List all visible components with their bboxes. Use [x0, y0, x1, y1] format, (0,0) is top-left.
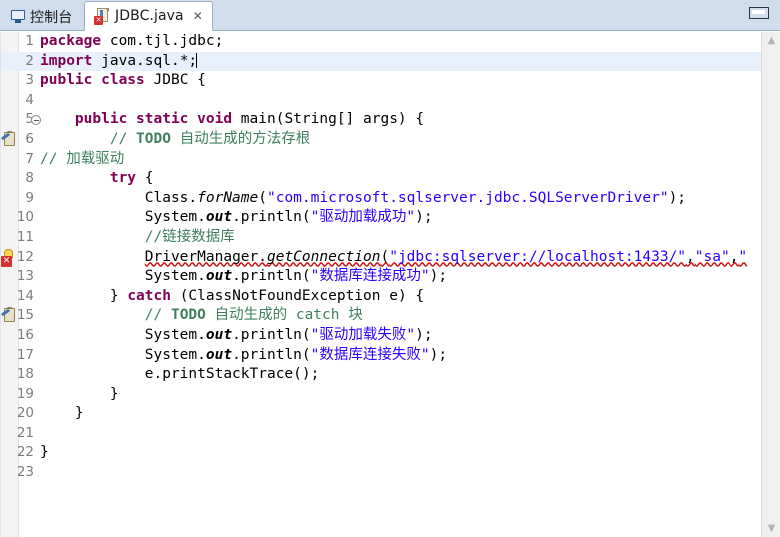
line-text[interactable]: try {	[40, 169, 761, 189]
tab-jdbc-java[interactable]: ✕ JDBC.java ✕	[84, 1, 213, 31]
code-line[interactable]: 22}	[0, 443, 761, 463]
line-number: 22	[16, 444, 34, 461]
line-text[interactable]: } catch (ClassNotFoundException e) {	[40, 287, 761, 307]
line-text[interactable]: public static void main(String[] args) {	[40, 110, 761, 130]
code-line[interactable]: 20 }	[0, 404, 761, 424]
line-number: 2	[25, 52, 34, 69]
line-text[interactable]: public class JDBC {	[40, 71, 761, 91]
tab-console-label: 控制台	[30, 9, 73, 26]
line-number: 20	[16, 405, 34, 422]
code-line[interactable]: 7 // 加载驱动	[0, 150, 761, 170]
line-text[interactable]: System.out.println("数据库连接成功");	[40, 267, 761, 287]
line-number: 9	[25, 189, 34, 206]
code-line[interactable]: 1 package com.tjl.jdbc;	[0, 32, 761, 52]
line-number: 14	[16, 287, 34, 304]
vertical-scrollbar[interactable]: ▲ ▼	[761, 32, 780, 537]
code-line[interactable]: 13 System.out.println("数据库连接成功");	[0, 267, 761, 287]
scroll-down-arrow-icon[interactable]: ▼	[762, 520, 780, 537]
line-number: 13	[16, 268, 34, 285]
line-number: 18	[16, 366, 34, 383]
code-line[interactable]: 17 System.out.println("数据库连接失败");	[0, 346, 761, 366]
line-number: 12	[16, 248, 34, 265]
tab-jdbc-java-label: JDBC.java	[115, 8, 184, 24]
code-line[interactable]: 9 Class.forName("com.microsoft.sqlserver…	[0, 189, 761, 209]
line-text[interactable]: import java.sql.*;	[40, 52, 761, 72]
code-lines-container[interactable]: 1 package com.tjl.jdbc; 2 import java.sql.*…	[0, 32, 761, 537]
line-number: 1	[25, 33, 34, 49]
tab-console[interactable]: 控制台	[2, 2, 81, 31]
code-line[interactable]: 15 // TODO 自动生成的 catch 块	[0, 306, 761, 326]
code-line[interactable]: 16 System.out.println("驱动加载失败");	[0, 326, 761, 346]
line-number: 19	[16, 385, 34, 402]
line-number: 15	[16, 307, 34, 324]
code-line[interactable]: 10 System.out.println("驱动加载成功");	[0, 208, 761, 228]
line-number: 6	[25, 130, 34, 147]
line-number: 8	[25, 170, 34, 187]
line-number: 17	[16, 346, 34, 363]
code-line[interactable]: 12 DriverManager.getConnection("jdbc:sql…	[0, 248, 761, 268]
code-line[interactable]: 21	[0, 424, 761, 444]
line-text[interactable]: DriverManager.getConnection("jdbc:sqlser…	[40, 248, 761, 268]
editor-tab-bar: 控制台 ✕ JDBC.java ✕	[0, 0, 780, 31]
code-line[interactable]: 19 }	[0, 385, 761, 405]
code-line[interactable]: 6 // TODO 自动生成的方法存根	[0, 130, 761, 150]
line-text[interactable]: // TODO 自动生成的方法存根	[40, 130, 761, 150]
code-line[interactable]: 14 } catch (ClassNotFoundException e) {	[0, 287, 761, 307]
minimize-button[interactable]	[749, 7, 769, 19]
eclipse-editor-window: 控制台 ✕ JDBC.java ✕ ✕ 1 package com.tjl.jdb…	[0, 0, 780, 537]
line-text[interactable]: package com.tjl.jdbc;	[40, 32, 761, 52]
code-line[interactable]: 11 //链接数据库	[0, 228, 761, 248]
line-number: 3	[25, 72, 34, 89]
line-text[interactable]: e.printStackTrace();	[40, 365, 761, 385]
line-number: 4	[25, 91, 34, 108]
line-text[interactable]: // 加载驱动	[40, 150, 761, 170]
gutter-divider	[0, 32, 1, 537]
code-line[interactable]: 18 e.printStackTrace();	[0, 365, 761, 385]
line-text[interactable]: System.out.println("驱动加载成功");	[40, 208, 761, 228]
line-number: 11	[16, 228, 34, 245]
line-text[interactable]: System.out.println("驱动加载失败");	[40, 326, 761, 346]
line-text[interactable]: //链接数据库	[40, 228, 761, 248]
line-number: 16	[16, 326, 34, 343]
line-text[interactable]: }	[40, 404, 761, 424]
line-number: 23	[16, 464, 34, 481]
line-text[interactable]: Class.forName("com.microsoft.sqlserver.j…	[40, 189, 761, 209]
java-file-error-icon: ✕	[94, 7, 110, 25]
code-line[interactable]: 5 public static void main(String[] args)…	[0, 110, 761, 130]
code-editor[interactable]: ✕ 1 package com.tjl.jdbc; 2 import java.sql…	[0, 32, 780, 537]
line-number: 7	[25, 150, 34, 167]
code-line[interactable]: 4	[0, 91, 761, 111]
code-line[interactable]: 2 import java.sql.*;	[0, 51, 761, 72]
line-text[interactable]: }	[40, 443, 761, 463]
code-line[interactable]: 8 try {	[0, 169, 761, 189]
line-text[interactable]: }	[40, 385, 761, 405]
line-number: 10	[16, 209, 34, 226]
line-text[interactable]: // TODO 自动生成的 catch 块	[40, 306, 761, 326]
close-icon[interactable]: ✕	[193, 10, 203, 22]
line-number: 21	[16, 424, 34, 441]
line-text[interactable]: System.out.println("数据库连接失败");	[40, 346, 761, 366]
code-line[interactable]: 3 public class JDBC {	[0, 71, 761, 91]
console-icon	[11, 10, 25, 23]
scroll-up-arrow-icon[interactable]: ▲	[762, 32, 780, 49]
code-line[interactable]: 23	[0, 463, 761, 483]
